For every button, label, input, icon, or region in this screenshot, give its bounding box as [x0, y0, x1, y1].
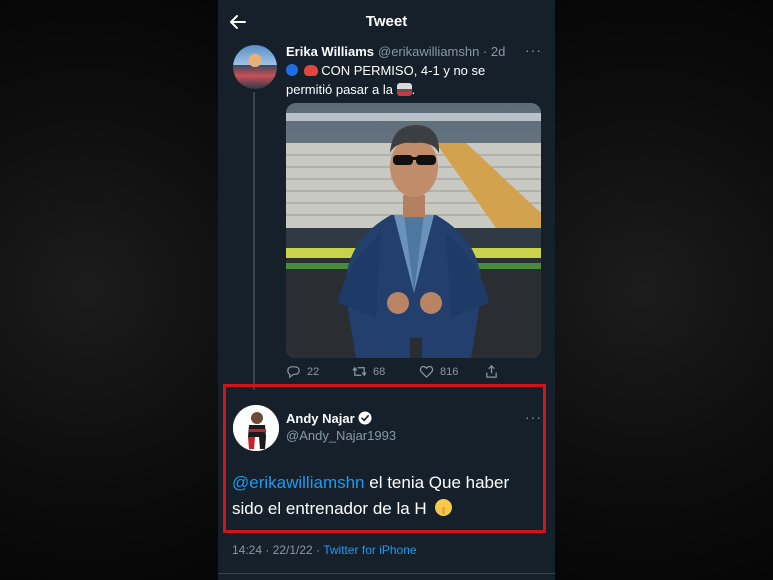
photo-man-in-blue-suit: [286, 103, 541, 358]
like-count: 816: [440, 365, 459, 378]
retweet-icon: [352, 366, 367, 377]
tweet-actions: 22 68 816: [286, 364, 541, 384]
train-emoji-icon: [396, 83, 412, 96]
avatar[interactable]: [233, 45, 277, 89]
phone-screen: Tweet Erika Williams @erikawilliamshn · …: [218, 0, 555, 580]
author-handle[interactable]: @Andy_Najar1993: [286, 428, 396, 443]
share-button[interactable]: [484, 364, 505, 379]
share-icon: [486, 365, 497, 378]
author-handle[interactable]: @erikawilliamshn · 2d: [378, 44, 505, 59]
tweet-text-line-2: permitió pasar a la: [286, 82, 393, 97]
tweet-text-end: .: [411, 82, 416, 97]
retweet-button[interactable]: 68: [352, 364, 385, 379]
mention-link[interactable]: @erikawilliamshn: [232, 473, 365, 492]
reply-button[interactable]: 22: [286, 364, 319, 379]
source-link[interactable]: Twitter for iPhone: [323, 543, 416, 557]
tweet-meta: 14:24 · 22/1/22 · Twitter for iPhone: [232, 543, 417, 557]
avatar[interactable]: [233, 405, 279, 451]
heart-icon: [419, 365, 434, 378]
author-name[interactable]: Erika Williams: [286, 44, 374, 59]
tweet-timestamp: 14:24 · 22/1/22 ·: [232, 543, 324, 557]
thread-connector-line: [253, 92, 255, 390]
tweet-photo[interactable]: [286, 103, 541, 358]
more-options-icon[interactable]: ···: [525, 42, 542, 58]
more-options-icon[interactable]: ···: [525, 409, 542, 425]
reply-text-line-2: sido el entrenador de la H: [232, 499, 427, 518]
crab-emoji-icon: [303, 65, 318, 76]
like-button[interactable]: 816: [419, 364, 458, 379]
reply-text: @erikawilliamshn el tenia Que haber sido…: [232, 470, 548, 522]
page-title: Tweet: [365, 13, 408, 30]
shushing-face-emoji-icon: [435, 499, 453, 516]
background-left: [0, 0, 218, 580]
blue-circle-emoji-icon: [286, 64, 298, 76]
reply-count: 22: [307, 365, 320, 378]
background-right: [555, 0, 773, 580]
tweet-text-line-1: CON PERMISO, 4-1 y no se: [321, 63, 486, 78]
header: Tweet: [218, 0, 555, 44]
reply-icon: [287, 366, 300, 379]
retweet-count: 68: [373, 365, 386, 378]
avatar-player-image: [233, 405, 279, 451]
tweet-text: CON PERMISO, 4-1 y no se permitió pasar …: [286, 61, 541, 99]
author-name[interactable]: Andy Najar: [286, 411, 355, 426]
verified-badge-icon: [358, 411, 372, 425]
reply-text-line-1: el tenia Que haber: [364, 473, 510, 492]
divider: [218, 573, 555, 574]
